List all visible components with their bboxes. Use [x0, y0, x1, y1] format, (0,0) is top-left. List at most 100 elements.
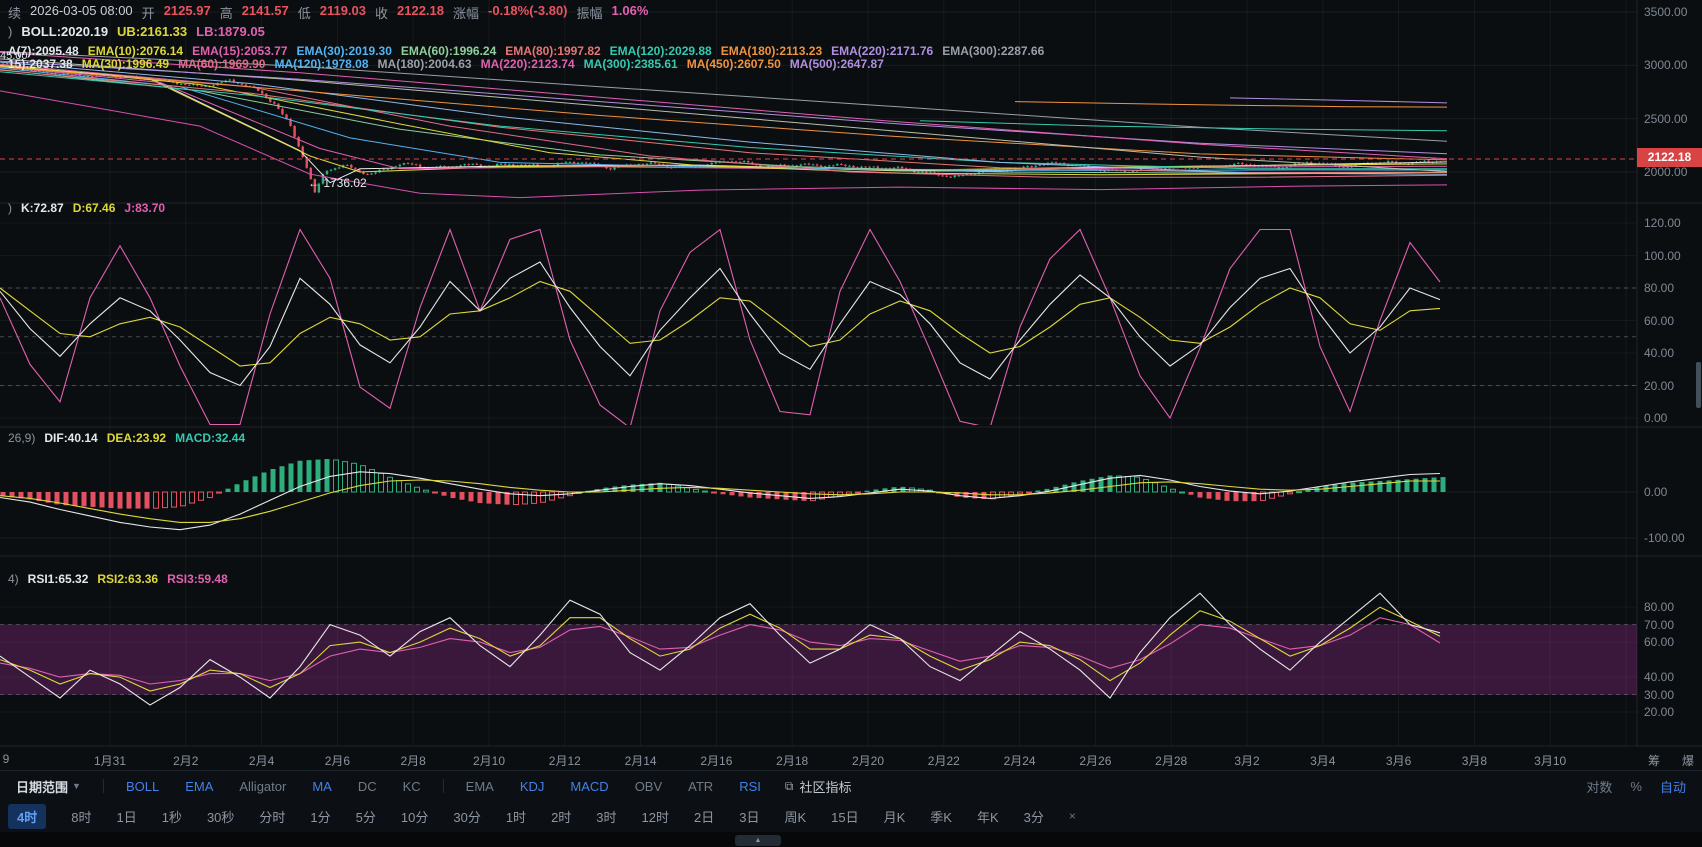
legend-value: DIF:40.14: [44, 431, 97, 445]
left-price-fragment: 45.00: [0, 50, 28, 62]
timeframe-周K[interactable]: 周K: [784, 807, 806, 826]
indicator-toggle-rsi[interactable]: RSI: [739, 779, 761, 794]
legend-value: MA(500):2647.87: [790, 57, 884, 71]
indicator-toggle-ema[interactable]: EMA: [466, 779, 494, 794]
legend-value: K:72.87: [21, 201, 64, 215]
timeframe-8时[interactable]: 8时: [71, 807, 91, 826]
timeframe-15日[interactable]: 15日: [831, 807, 858, 826]
timeframe-12时[interactable]: 12时: [642, 807, 669, 826]
legend-value: MA(60):1969.90: [178, 57, 265, 71]
edit-icon: ⧉: [785, 779, 794, 794]
date-range-button[interactable]: 日期范围 ▼: [16, 777, 81, 796]
timeframe-分时[interactable]: 分时: [259, 807, 285, 826]
timeframe-30秒[interactable]: 30秒: [207, 807, 234, 826]
legend-value: EMA(30):2019.30: [297, 44, 392, 58]
legend-value: D:67.46: [73, 201, 116, 215]
timeframe-2时[interactable]: 2时: [551, 807, 571, 826]
ma-legend-row: 15):2037.38MA(30):1996.49MA(60):1969.90M…: [8, 57, 884, 71]
timeframe-1分[interactable]: 1分: [310, 807, 330, 826]
overlay-ema80: [0, 70, 1447, 172]
vertical-scrollbar[interactable]: [1696, 362, 1701, 408]
timeframe-10分[interactable]: 10分: [401, 807, 428, 826]
legend-value: 1.06%: [612, 3, 649, 22]
timeframe-30分[interactable]: 30分: [453, 807, 480, 826]
time-tick-label: 3月8: [1462, 752, 1487, 769]
indicator-toggle-macd[interactable]: MACD: [570, 779, 608, 794]
axis-tick-label: 3000.00: [1644, 58, 1687, 72]
rsi-legend-row: 4)RSI1:65.32RSI2:63.36RSI3:59.48: [8, 572, 228, 586]
time-tick-label: 1月31: [94, 752, 126, 769]
time-tick-label: 2月6: [325, 752, 350, 769]
time-tick-label: 3月4: [1310, 752, 1335, 769]
legend-value: 低: [298, 3, 311, 22]
date-range-label: 日期范围: [16, 777, 68, 796]
time-tick-label: 2月28: [1155, 752, 1187, 769]
time-tick-label: 3月10: [1534, 752, 1566, 769]
legend-value: ): [8, 201, 12, 215]
axis-tick-label: 2500.00: [1644, 112, 1687, 126]
scale-control-自动[interactable]: 自动: [1660, 777, 1686, 796]
timeframe-月K[interactable]: 月K: [884, 807, 906, 826]
legend-value: EMA(220):2171.76: [831, 44, 933, 58]
legend-value: EMA(15):2053.77: [192, 44, 287, 58]
overlay-ma450: [1015, 102, 1447, 108]
low-price-annotation: ← 1736.02: [308, 176, 367, 190]
side-tool-liquidation[interactable]: 爆: [1682, 752, 1694, 769]
side-tool-chips[interactable]: 筹: [1648, 752, 1660, 769]
indicator-toggle-boll[interactable]: BOLL: [126, 779, 159, 794]
legend-value: 2026-03-05 08:00: [30, 3, 133, 22]
scale-control-对数[interactable]: 对数: [1586, 777, 1612, 796]
axis-tick-label: 60.00: [1644, 635, 1674, 649]
macd-dea-line: [0, 480, 1440, 522]
timeframe-3时[interactable]: 3时: [596, 807, 616, 826]
indicator-toggle-ma[interactable]: MA: [312, 779, 332, 794]
timeframe-4时[interactable]: 4时: [8, 804, 46, 829]
legend-value: MA(180):2004.63: [378, 57, 472, 71]
timeframe-3分[interactable]: 3分: [1024, 807, 1044, 826]
legend-value: BOLL:2020.19: [21, 24, 108, 39]
axis-tick-label: 80.00: [1644, 281, 1674, 295]
axis-tick-label: 0.00: [1644, 411, 1667, 425]
legend-value: 振幅: [577, 3, 603, 22]
timeframe-1秒[interactable]: 1秒: [162, 807, 182, 826]
toolbar-divider: [443, 779, 444, 793]
indicator-toggle-dc[interactable]: DC: [358, 779, 377, 794]
legend-value: 开: [142, 3, 155, 22]
indicator-toggle-atr[interactable]: ATR: [688, 779, 713, 794]
indicator-toggle-alligator[interactable]: Alligator: [239, 779, 286, 794]
indicator-toggle-kc[interactable]: KC: [403, 779, 421, 794]
axis-tick-label: 40.00: [1644, 670, 1674, 684]
axis-tick-label: -100.00: [1644, 531, 1685, 545]
kdj-j-line: [0, 230, 1440, 428]
last-price-tag: 2122.18: [1637, 148, 1702, 167]
legend-value: 26,9): [8, 431, 35, 445]
macd-dif-line: [0, 472, 1440, 530]
timeframe-季K[interactable]: 季K: [930, 807, 952, 826]
legend-value: EMA(120):2029.88: [610, 44, 712, 58]
timeframe-5分[interactable]: 5分: [356, 807, 376, 826]
indicator-toggle-kdj[interactable]: KDJ: [520, 779, 545, 794]
legend-value: 2119.03: [320, 3, 366, 22]
axis-tick-label: 70.00: [1644, 618, 1674, 632]
timeframe-2日[interactable]: 2日: [694, 807, 714, 826]
timeframe-toolbar: 4时 8时 1日 1秒 30秒 分时 1分 5分 10分 30分 1时 2时 3时 12时 2日 3日 周K 15…: [0, 800, 1702, 832]
scale-control-percent[interactable]: %: [1630, 779, 1642, 794]
time-tick-label: 2月4: [249, 752, 274, 769]
collapse-toolbar-tab[interactable]: ▲: [735, 835, 781, 846]
community-indicators-button[interactable]: ⧉ 社区指标: [785, 777, 852, 796]
timeframe-1时[interactable]: 1时: [506, 807, 526, 826]
legend-value: MACD:32.44: [175, 431, 245, 445]
timeframe-1日[interactable]: 1日: [116, 807, 136, 826]
indicator-toggle-ema[interactable]: EMA: [185, 779, 213, 794]
overlay-indicator-group: BOLL EMA Alligator MA DC KC: [126, 779, 421, 794]
close-icon[interactable]: ×: [1069, 809, 1076, 823]
time-tick-label: 2月12: [549, 752, 581, 769]
time-tick-label: 9: [3, 752, 10, 766]
indicator-toggle-obv[interactable]: OBV: [635, 779, 662, 794]
legend-value: 2125.97: [164, 3, 211, 22]
timeframe-年K[interactable]: 年K: [977, 807, 999, 826]
legend-value: 收: [375, 3, 388, 22]
timeframe-3日[interactable]: 3日: [739, 807, 759, 826]
time-tick-label: 2月18: [776, 752, 808, 769]
time-tick-label: 2月8: [401, 752, 426, 769]
